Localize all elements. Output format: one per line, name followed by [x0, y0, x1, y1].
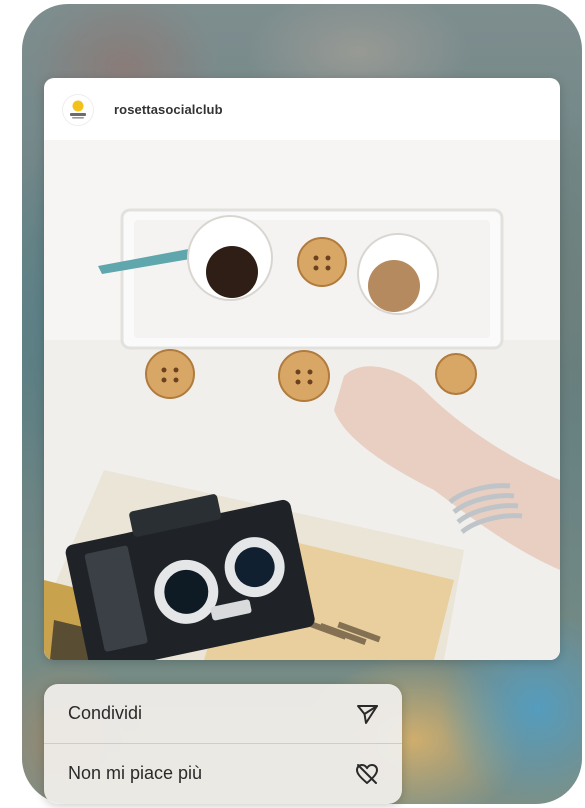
menu-item-unlike-label: Non mi piace più: [68, 763, 203, 783]
unlike-heart-icon: [356, 763, 378, 784]
send-icon: [357, 704, 378, 724]
post-preview-card[interactable]: rosettasocialclub: [44, 78, 560, 660]
context-menu: Condividi Non mi piace più: [44, 684, 402, 804]
menu-item-unlike[interactable]: Non mi piace più: [44, 744, 402, 803]
menu-item-share-label: Condividi: [68, 703, 143, 723]
avatar[interactable]: [62, 94, 94, 126]
post-username[interactable]: rosettasocialclub: [114, 102, 223, 117]
post-header: rosettasocialclub: [44, 78, 560, 140]
post-photo: [44, 140, 560, 660]
rosetta-logo-icon: [70, 100, 86, 119]
menu-item-share[interactable]: Condividi: [44, 684, 402, 744]
